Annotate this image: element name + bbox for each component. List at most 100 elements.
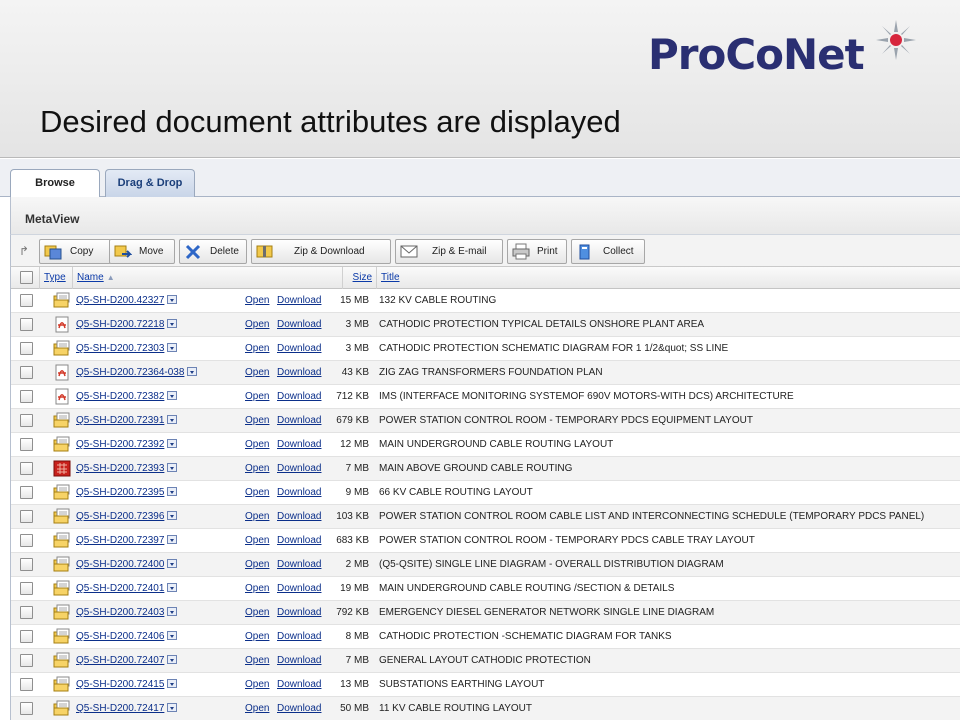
open-link[interactable]: Open: [245, 439, 269, 450]
document-menu-dropdown-icon[interactable]: [167, 391, 178, 400]
row-checkbox[interactable]: [20, 414, 33, 427]
download-link[interactable]: Download: [277, 679, 321, 690]
document-menu-dropdown-icon[interactable]: [167, 559, 178, 568]
document-name-link[interactable]: Q5-SH-D200.72400: [76, 559, 178, 570]
document-menu-dropdown-icon[interactable]: [167, 415, 178, 424]
copy-button[interactable]: Copy: [39, 239, 111, 264]
document-menu-dropdown-icon[interactable]: [167, 439, 178, 448]
document-name-link[interactable]: Q5-SH-D200.72392: [76, 439, 178, 450]
table-row[interactable]: Q5-SH-D200.72218 Open Download 3 MB CATHODIC…: [11, 313, 960, 337]
table-row[interactable]: Q5-SH-D200.72397 Open Download 683 KB POWER …: [11, 529, 960, 553]
table-row[interactable]: Q5-SH-D200.72391 Open Download 679 KB POWER …: [11, 409, 960, 433]
document-name-link[interactable]: Q5-SH-D200.42327: [76, 295, 178, 306]
download-link[interactable]: Download: [277, 487, 321, 498]
table-row[interactable]: Q5-SH-D200.72417 Open Download 50 MB 11 KV C…: [11, 697, 960, 720]
table-row[interactable]: Q5-SH-D200.72393 Open Download 7 MB MAIN ABO…: [11, 457, 960, 481]
open-link[interactable]: Open: [245, 343, 269, 354]
open-link[interactable]: Open: [245, 391, 269, 402]
open-link[interactable]: Open: [245, 703, 269, 714]
document-name-link[interactable]: Q5-SH-D200.72415: [76, 679, 178, 690]
row-checkbox[interactable]: [20, 318, 33, 331]
download-link[interactable]: Download: [277, 391, 321, 402]
document-name-link[interactable]: Q5-SH-D200.72393: [76, 463, 178, 474]
document-menu-dropdown-icon[interactable]: [167, 319, 178, 328]
table-row[interactable]: Q5-SH-D200.72395 Open Download 9 MB 66 KV CA…: [11, 481, 960, 505]
download-link[interactable]: Download: [277, 319, 321, 330]
download-link[interactable]: Download: [277, 535, 321, 546]
open-link[interactable]: Open: [245, 631, 269, 642]
document-menu-dropdown-icon[interactable]: [167, 487, 178, 496]
row-checkbox[interactable]: [20, 438, 33, 451]
download-link[interactable]: Download: [277, 415, 321, 426]
row-checkbox[interactable]: [20, 390, 33, 403]
table-row[interactable]: Q5-SH-D200.72364-038 Open Download 43 KB ZIG…: [11, 361, 960, 385]
document-name-link[interactable]: Q5-SH-D200.72401: [76, 583, 178, 594]
column-type-header[interactable]: Type: [39, 267, 72, 289]
row-checkbox[interactable]: [20, 534, 33, 547]
row-checkbox[interactable]: [20, 606, 33, 619]
open-link[interactable]: Open: [245, 655, 269, 666]
table-row[interactable]: Q5-SH-D200.72303 Open Download 3 MB CATHODIC…: [11, 337, 960, 361]
document-menu-dropdown-icon[interactable]: [167, 295, 178, 304]
document-name-link[interactable]: Q5-SH-D200.72395: [76, 487, 178, 498]
column-size-header[interactable]: Size: [342, 267, 376, 289]
document-name-link[interactable]: Q5-SH-D200.72407: [76, 655, 178, 666]
table-row[interactable]: Q5-SH-D200.72400 Open Download 2 MB (Q5-QSIT…: [11, 553, 960, 577]
download-link[interactable]: Download: [277, 463, 321, 474]
document-menu-dropdown-icon[interactable]: [187, 367, 198, 376]
print-button[interactable]: Print: [507, 239, 567, 264]
row-checkbox[interactable]: [20, 342, 33, 355]
open-link[interactable]: Open: [245, 487, 269, 498]
document-name-link[interactable]: Q5-SH-D200.72396: [76, 511, 178, 522]
table-row[interactable]: Q5-SH-D200.72401 Open Download 19 MB MAIN UN…: [11, 577, 960, 601]
download-link[interactable]: Download: [277, 703, 321, 714]
row-checkbox[interactable]: [20, 462, 33, 475]
row-checkbox[interactable]: [20, 486, 33, 499]
row-checkbox[interactable]: [20, 582, 33, 595]
zip-and-download-button[interactable]: Zip & Download: [251, 239, 391, 264]
select-all-checkbox[interactable]: [20, 271, 33, 284]
download-link[interactable]: Download: [277, 655, 321, 666]
document-menu-dropdown-icon[interactable]: [167, 343, 178, 352]
document-menu-dropdown-icon[interactable]: [167, 679, 178, 688]
download-link[interactable]: Download: [277, 607, 321, 618]
document-name-link[interactable]: Q5-SH-D200.72364-038: [76, 367, 198, 378]
table-row[interactable]: Q5-SH-D200.72415 Open Download 13 MB SUBSTAT…: [11, 673, 960, 697]
document-name-link[interactable]: Q5-SH-D200.72406: [76, 631, 178, 642]
table-row[interactable]: Q5-SH-D200.72382 Open Download 712 KB IMS (I…: [11, 385, 960, 409]
move-button[interactable]: Move: [109, 239, 175, 264]
table-row[interactable]: Q5-SH-D200.72396 Open Download 103 KB POWER …: [11, 505, 960, 529]
row-checkbox[interactable]: [20, 510, 33, 523]
open-link[interactable]: Open: [245, 415, 269, 426]
row-checkbox[interactable]: [20, 654, 33, 667]
document-menu-dropdown-icon[interactable]: [167, 607, 178, 616]
open-link[interactable]: Open: [245, 607, 269, 618]
open-link[interactable]: Open: [245, 463, 269, 474]
delete-button[interactable]: Delete: [179, 239, 247, 264]
column-name-header[interactable]: Name ▲: [72, 267, 342, 289]
open-link[interactable]: Open: [245, 583, 269, 594]
document-menu-dropdown-icon[interactable]: [167, 511, 178, 520]
collect-button[interactable]: Collect: [571, 239, 645, 264]
download-link[interactable]: Download: [277, 295, 321, 306]
document-name-link[interactable]: Q5-SH-D200.72382: [76, 391, 178, 402]
table-row[interactable]: Q5-SH-D200.42327 Open Download 15 MB 132 KV …: [11, 289, 960, 313]
document-menu-dropdown-icon[interactable]: [167, 655, 178, 664]
document-menu-dropdown-icon[interactable]: [167, 535, 178, 544]
open-link[interactable]: Open: [245, 319, 269, 330]
table-row[interactable]: Q5-SH-D200.72406 Open Download 8 MB CATHODIC…: [11, 625, 960, 649]
open-link[interactable]: Open: [245, 679, 269, 690]
download-link[interactable]: Download: [277, 439, 321, 450]
open-link[interactable]: Open: [245, 535, 269, 546]
document-name-link[interactable]: Q5-SH-D200.72403: [76, 607, 178, 618]
document-name-link[interactable]: Q5-SH-D200.72303: [76, 343, 178, 354]
download-link[interactable]: Download: [277, 511, 321, 522]
table-row[interactable]: Q5-SH-D200.72403 Open Download 792 KB EMERGE…: [11, 601, 960, 625]
document-name-link[interactable]: Q5-SH-D200.72417: [76, 703, 178, 714]
open-link[interactable]: Open: [245, 295, 269, 306]
download-link[interactable]: Download: [277, 367, 321, 378]
table-row[interactable]: Q5-SH-D200.72407 Open Download 7 MB GENERAL …: [11, 649, 960, 673]
open-link[interactable]: Open: [245, 559, 269, 570]
download-link[interactable]: Download: [277, 631, 321, 642]
document-name-link[interactable]: Q5-SH-D200.72218: [76, 319, 178, 330]
